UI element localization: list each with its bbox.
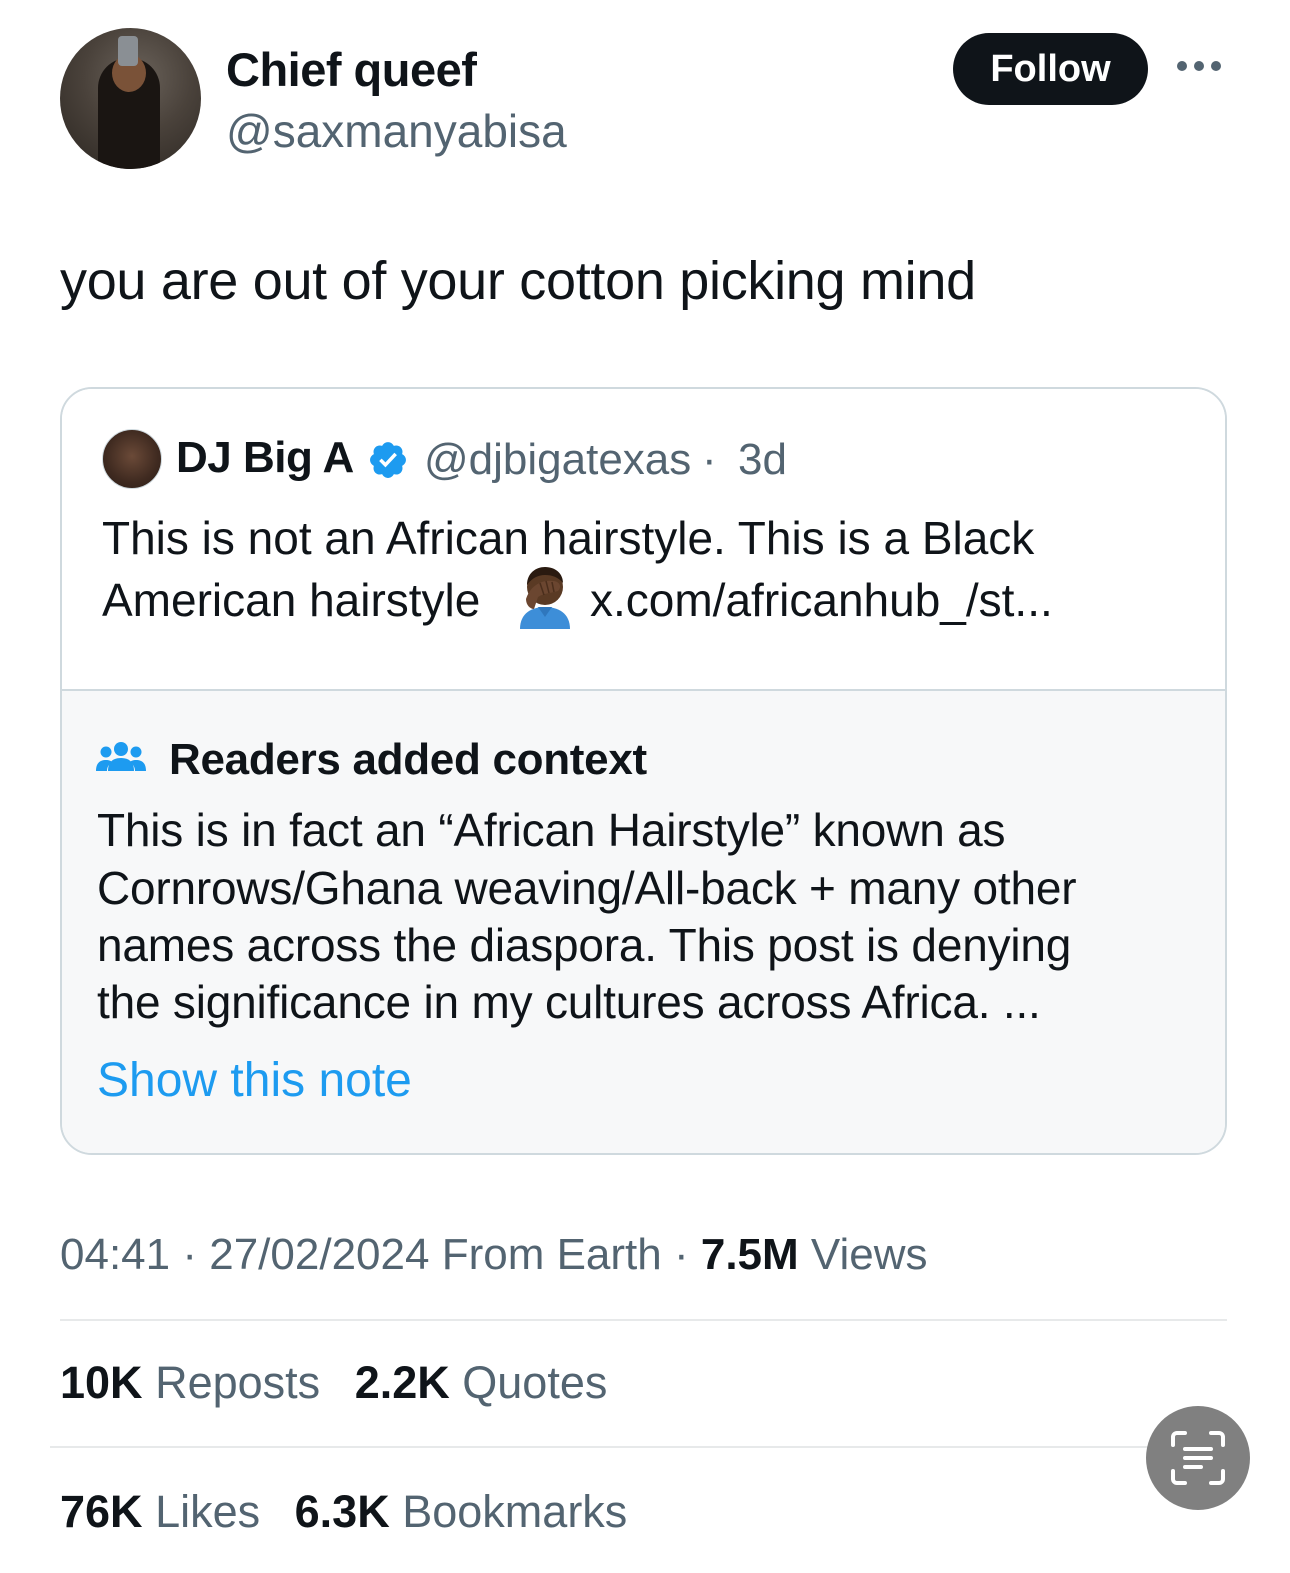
tweet-text: you are out of your cotton picking mind bbox=[60, 251, 976, 311]
bookmarks-count: 6.3K bbox=[294, 1486, 390, 1537]
quotes-count: 2.2K bbox=[354, 1357, 450, 1408]
bookmarks-label: Bookmarks bbox=[402, 1486, 628, 1537]
more-horizontal-icon[interactable] bbox=[1177, 58, 1223, 74]
bookmarks-stat[interactable]: 6.3K Bookmarks bbox=[295, 1486, 628, 1538]
likes-count: 76K bbox=[60, 1486, 143, 1537]
likes-label: Likes bbox=[155, 1486, 261, 1537]
quoted-author-handle: @djbigatexas bbox=[424, 435, 692, 484]
tweet-time[interactable]: 04:41 bbox=[60, 1230, 170, 1279]
views-label: Views bbox=[810, 1230, 928, 1279]
author-name[interactable]: Chief queef bbox=[226, 42, 477, 97]
tweet-header: Chief queef @saxmanyabisa Follow bbox=[60, 28, 1230, 178]
note-text-line: Cornrows/Ghana weaving/All-back + many o… bbox=[97, 862, 1077, 914]
author-handle[interactable]: @saxmanyabisa bbox=[226, 104, 567, 158]
quoted-link[interactable]: x.com/africanhub_/st... bbox=[590, 573, 1053, 627]
reposts-stat[interactable]: 10K Reposts bbox=[60, 1357, 320, 1409]
note-text-line: the significance in my cultures across A… bbox=[97, 976, 1041, 1028]
divider bbox=[50, 1446, 1150, 1448]
facepalm-emoji-icon bbox=[520, 567, 570, 629]
separator-dot: · bbox=[673, 1230, 689, 1279]
verified-badge-icon bbox=[370, 442, 406, 478]
reposts-count: 10K bbox=[60, 1357, 143, 1408]
tweet-date[interactable]: 27/02/2024 bbox=[209, 1230, 429, 1279]
show-note-link[interactable]: Show this note bbox=[97, 1053, 412, 1108]
separator-dot: · bbox=[702, 435, 717, 484]
separator-dot: · bbox=[182, 1230, 197, 1279]
divider bbox=[60, 1319, 1227, 1321]
quoted-tweet[interactable]: DJ Big A @djbigatexas · 3d This is not a… bbox=[62, 389, 1225, 689]
text-scan-icon bbox=[1171, 1431, 1225, 1485]
quotes-label: Quotes bbox=[462, 1357, 608, 1408]
views-count: 7.5M bbox=[700, 1230, 799, 1279]
text-scan-button[interactable] bbox=[1146, 1406, 1250, 1510]
people-icon bbox=[96, 742, 146, 771]
quoted-tweet-card[interactable]: DJ Big A @djbigatexas · 3d This is not a… bbox=[60, 387, 1227, 1155]
note-title: Readers added context bbox=[169, 735, 647, 784]
tweet-meta: 04:41 · 27/02/2024 From Earth · 7.5M Vie… bbox=[60, 1230, 928, 1280]
engagement-row: 10K Reposts 2.2K Quotes bbox=[60, 1357, 629, 1409]
follow-button[interactable]: Follow bbox=[953, 33, 1148, 105]
tweet-source: From Earth bbox=[441, 1230, 662, 1279]
engagement-row: 76K Likes 6.3K Bookmarks bbox=[60, 1486, 649, 1538]
note-text-line: names across the diaspora. This post is … bbox=[97, 919, 1072, 971]
community-note[interactable]: Readers added context This is in fact an… bbox=[62, 689, 1225, 1153]
author-avatar[interactable] bbox=[60, 28, 201, 169]
quoted-timestamp[interactable]: 3d bbox=[738, 435, 787, 485]
quoted-text-line: American hairstyle bbox=[102, 574, 481, 626]
quoted-author-avatar[interactable] bbox=[102, 429, 162, 489]
reposts-label: Reposts bbox=[155, 1357, 321, 1408]
quotes-stat[interactable]: 2.2K Quotes bbox=[355, 1357, 608, 1409]
note-text-line: This is in fact an “African Hairstyle” k… bbox=[97, 804, 1006, 856]
likes-stat[interactable]: 76K Likes bbox=[60, 1486, 260, 1538]
quoted-text-line: This is not an African hairstyle. This i… bbox=[102, 512, 1035, 564]
quoted-author-name: DJ Big A bbox=[176, 433, 354, 482]
